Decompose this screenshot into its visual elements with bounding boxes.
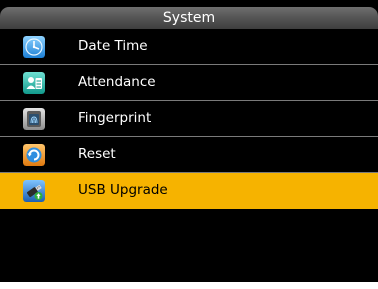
menu-item-attendance[interactable]: Attendance [0,65,378,101]
page-title: System [0,7,378,29]
menu-item-reset[interactable]: Reset [0,137,378,173]
menu-item-fingerprint[interactable]: Fingerprint [0,101,378,137]
menu-item-usb-upgrade[interactable]: USB Upgrade [0,173,378,209]
menu-item-label: Reset [78,146,116,162]
menu-list: Date Time Attendance Fingerprint Reset U… [0,29,378,209]
device-screen: System Date Time Attendance Fingerprint … [0,0,378,282]
reset-icon [23,144,45,166]
menu-item-date-time[interactable]: Date Time [0,29,378,65]
clock-icon [23,36,45,58]
fingerprint-icon [23,108,45,130]
menu-item-label: Fingerprint [78,110,152,126]
attendance-icon [23,72,45,94]
menu-item-label: Date Time [78,38,148,54]
menu-item-label: Attendance [78,74,156,90]
usb-icon [23,180,45,202]
menu-item-label: USB Upgrade [78,182,168,198]
